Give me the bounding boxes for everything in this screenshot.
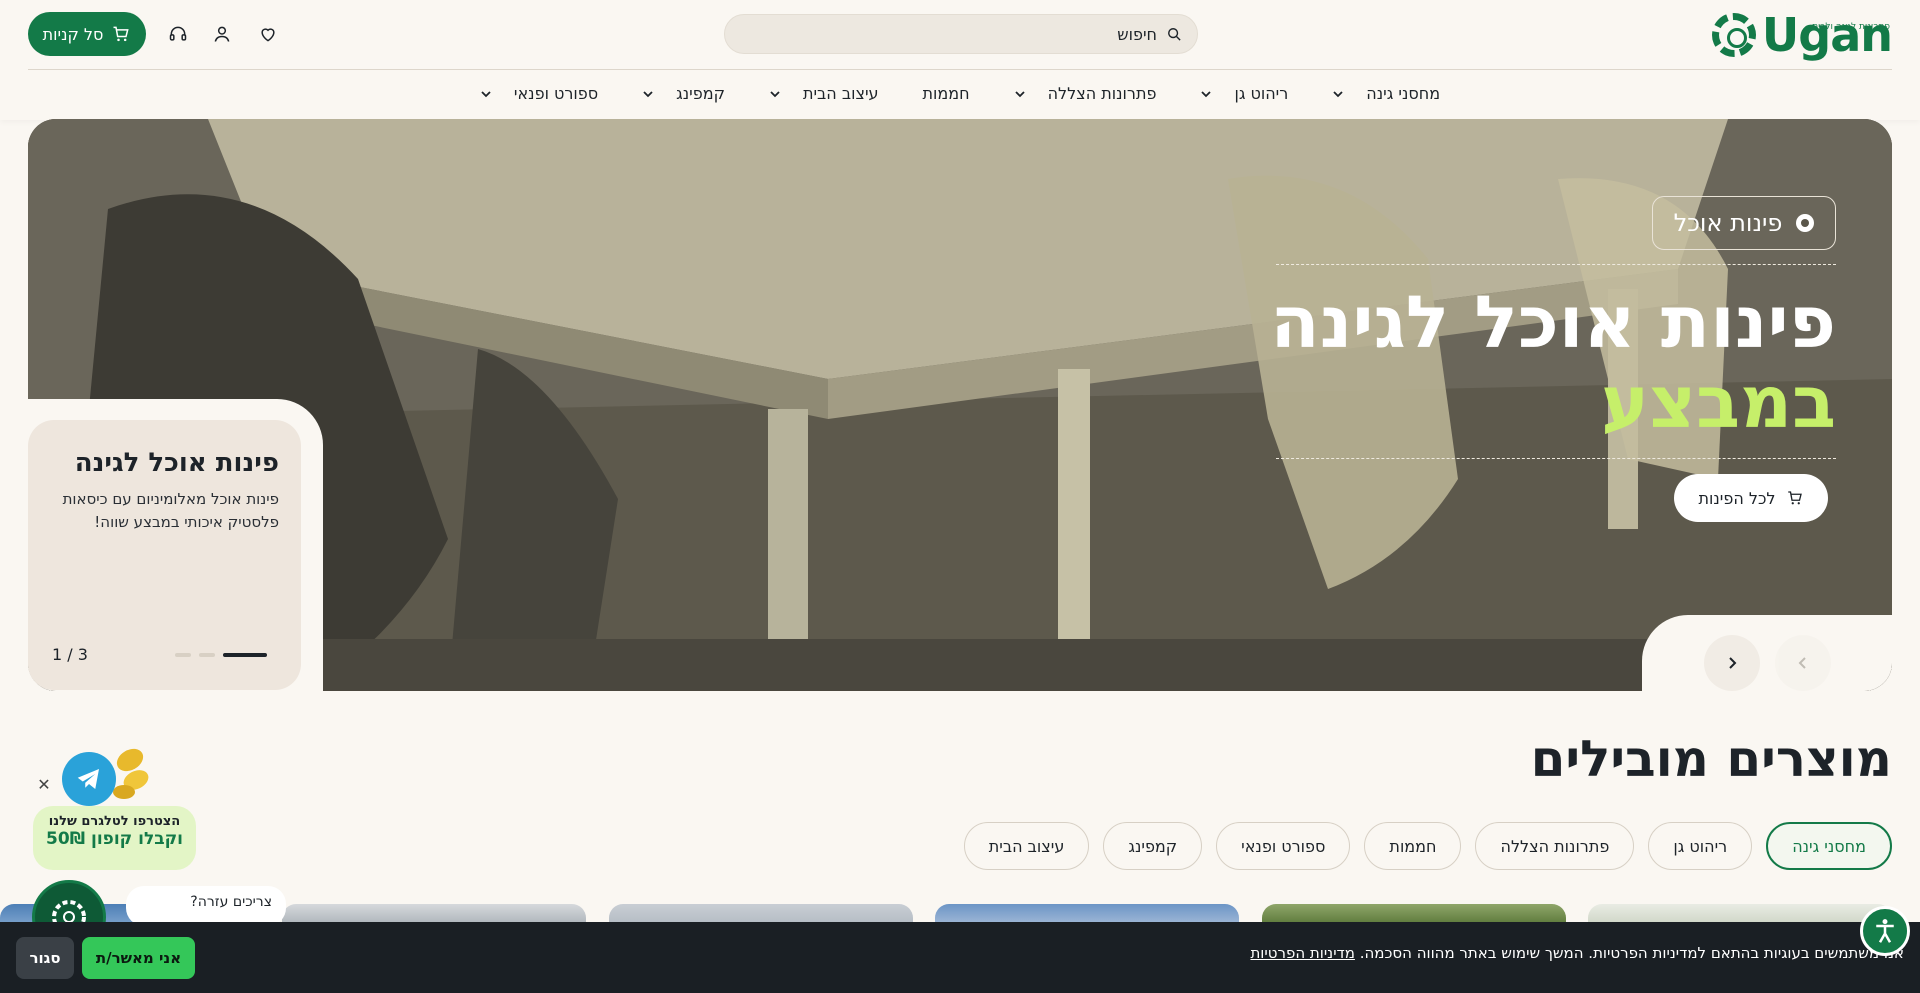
chevron-down-icon bbox=[1201, 90, 1212, 97]
privacy-link[interactable]: מדיניות הפרטיות bbox=[1250, 944, 1354, 962]
product-card[interactable] bbox=[609, 904, 913, 924]
nav-item-home-design[interactable]: עיצוב הבית bbox=[747, 84, 901, 103]
hero-tag: פינות אוכל bbox=[1652, 196, 1836, 250]
cookie-close-button[interactable]: סגור bbox=[16, 937, 74, 979]
chevron-down-icon bbox=[1014, 90, 1025, 97]
section-title: מוצרים מובילים bbox=[1530, 730, 1892, 788]
telegram-line2: וקבלו קופון 50₪ bbox=[46, 829, 183, 849]
category-chips: מחסני גינה ריהוט גן פתרונות הצללה חממות … bbox=[963, 822, 1892, 870]
cookie-accept-button[interactable]: אני מאשר/ת bbox=[82, 937, 195, 979]
telegram-line1: הצטרפו לטלגרם שלנו bbox=[48, 814, 181, 829]
hero-divider-bottom bbox=[1276, 458, 1836, 459]
chip-shading[interactable]: פתרונות הצללה bbox=[1475, 822, 1635, 870]
slider-dot[interactable] bbox=[199, 653, 215, 657]
hero-card-title: פינות אוכל לגינה bbox=[74, 448, 279, 478]
nav-item-sport-leisure[interactable]: ספורט ופנאי bbox=[458, 84, 620, 103]
help-text: צריכים עזרה? bbox=[190, 894, 272, 910]
cart-icon bbox=[1787, 491, 1802, 505]
nav-item-camping[interactable]: קמפינג bbox=[620, 84, 747, 103]
logo-tagline: פתרונות לגינה ולבית bbox=[1812, 22, 1890, 32]
chevron-down-icon bbox=[643, 90, 653, 97]
chip-sport-leisure[interactable]: ספורט ופנאי bbox=[1216, 822, 1351, 870]
search-icon bbox=[1168, 28, 1181, 41]
help-bubble[interactable]: צריכים עזרה? bbox=[126, 886, 286, 926]
hero-divider-top bbox=[1276, 264, 1836, 265]
search-input[interactable] bbox=[757, 24, 1157, 44]
chip-camping[interactable]: קמפינג bbox=[1103, 822, 1203, 870]
product-card[interactable] bbox=[1588, 904, 1892, 924]
slide-counter: 1 / 3 bbox=[52, 645, 88, 664]
hero-card-text: פינות אוכל מאלומיניום עם כיסאות פלסטיק א… bbox=[62, 490, 279, 531]
nav-item-greenhouses[interactable]: חממות bbox=[901, 84, 992, 103]
nav-item-garden-furniture[interactable]: ריהוט גן bbox=[1178, 84, 1310, 103]
hero-cta-button[interactable]: לכל הפינות bbox=[1674, 474, 1828, 522]
chevron-down-icon bbox=[770, 90, 780, 97]
slider-dot-active[interactable] bbox=[223, 653, 267, 657]
main-nav: מחסני גינה ריהוט גן פתרונות הצללה חממות … bbox=[0, 70, 1920, 117]
chevron-down-icon bbox=[481, 90, 491, 97]
close-icon[interactable]: ✕ bbox=[36, 777, 52, 793]
user-icon[interactable] bbox=[210, 22, 234, 46]
hero-title-accent: במבצע bbox=[1601, 360, 1836, 444]
search-bar[interactable] bbox=[724, 14, 1198, 54]
nav-item-garden-sheds[interactable]: מחסני גינה bbox=[1310, 84, 1462, 103]
telegram-icon[interactable] bbox=[62, 752, 116, 806]
heart-icon[interactable] bbox=[256, 22, 280, 46]
logo-mark-icon bbox=[1711, 13, 1756, 57]
cookie-text: אנו משתמשים בעוגיות בהתאם למדיניות הפרטי… bbox=[1250, 944, 1904, 962]
slider-dot[interactable] bbox=[175, 653, 191, 657]
chip-garden-furniture[interactable]: ריהוט גן bbox=[1648, 822, 1753, 870]
headset-icon[interactable] bbox=[166, 22, 190, 46]
slider-prev-button[interactable] bbox=[1775, 635, 1831, 691]
nav-item-shading[interactable]: פתרונות הצללה bbox=[992, 84, 1179, 103]
logo-text: Ugan פתרונות לגינה ולבית bbox=[1762, 12, 1893, 58]
product-card[interactable] bbox=[282, 904, 586, 924]
slider-dots bbox=[175, 653, 267, 657]
chip-home-design[interactable]: עיצוב הבית bbox=[963, 822, 1090, 870]
chip-greenhouses[interactable]: חממות bbox=[1364, 822, 1462, 870]
cart-label: סל קניות bbox=[42, 24, 104, 44]
hero-title: פינות אוכל לגינה במבצע bbox=[1270, 280, 1836, 444]
chevron-right-icon bbox=[1729, 657, 1737, 669]
product-card[interactable] bbox=[935, 904, 1239, 924]
nav-cutout bbox=[1642, 615, 1892, 691]
accessibility-icon[interactable] bbox=[1860, 906, 1910, 956]
cart-icon bbox=[113, 26, 130, 42]
chevron-down-icon bbox=[1333, 90, 1343, 97]
radio-dot-icon bbox=[1796, 214, 1815, 232]
cart-button[interactable]: סל קניות bbox=[28, 12, 146, 56]
product-card[interactable] bbox=[1262, 904, 1566, 924]
cookie-banner: אנו משתמשים בעוגיות בהתאם למדיניות הפרטי… bbox=[0, 922, 1920, 993]
chip-garden-sheds[interactable]: מחסני גינה bbox=[1766, 822, 1892, 870]
chevron-left-icon bbox=[1798, 657, 1806, 669]
telegram-promo[interactable]: הצטרפו לטלגרם שלנו וקבלו קופון 50₪ bbox=[33, 806, 196, 870]
logo[interactable]: Ugan פתרונות לגינה ולבית bbox=[1711, 8, 1893, 62]
slider-next-button[interactable] bbox=[1704, 635, 1760, 691]
